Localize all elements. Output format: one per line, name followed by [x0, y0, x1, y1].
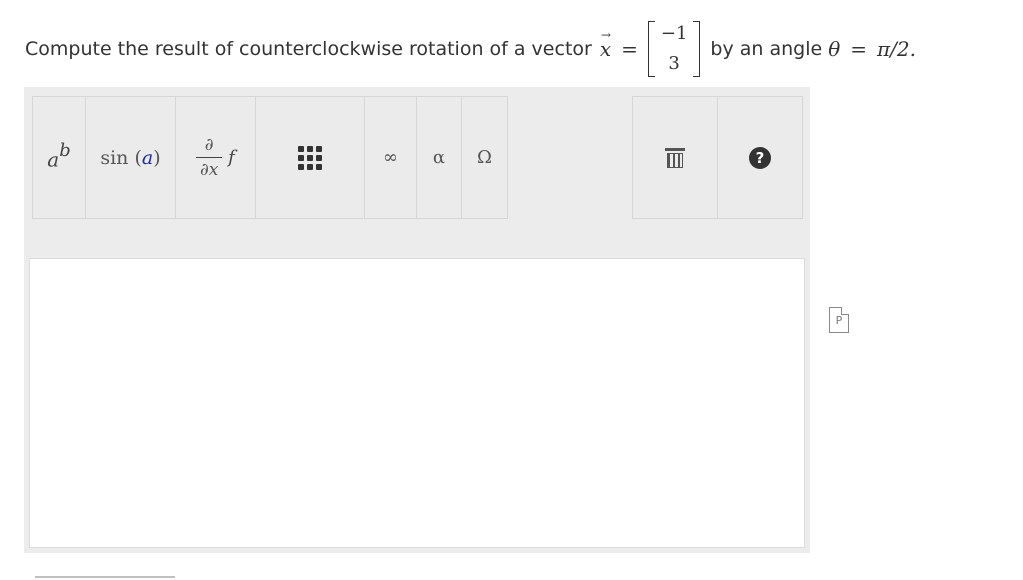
fraction-bar	[196, 157, 223, 158]
sin-label: sin	[100, 146, 129, 169]
matrix-button[interactable]	[255, 96, 365, 219]
deriv-numerator: ∂	[204, 135, 214, 155]
question-text: Compute the result of counterclockwise r…	[25, 14, 1005, 84]
help-icon: ?	[749, 146, 771, 169]
question-prefix: Compute the result of counterclockwise r…	[25, 38, 592, 60]
power-exp: b	[59, 140, 71, 162]
answer-input-area[interactable]	[29, 258, 805, 548]
vector-arrow: →	[600, 28, 611, 42]
preview-label: P	[835, 313, 843, 327]
help-button[interactable]: ?	[717, 96, 803, 219]
trash-icon	[665, 147, 685, 168]
omega-button[interactable]: Ω	[461, 96, 508, 219]
infinity-symbol: ∞	[383, 147, 398, 168]
omega-symbol: Ω	[477, 147, 492, 168]
bracket-right	[693, 21, 701, 77]
power-base: a	[47, 147, 60, 172]
alpha-button[interactable]: α	[416, 96, 462, 219]
matrix-entry-2: 3	[668, 53, 680, 74]
deriv-denominator: ∂x	[199, 160, 219, 180]
alpha-symbol: α	[432, 147, 446, 168]
sin-arg: a	[141, 146, 154, 169]
angle-symbol: θ	[828, 37, 841, 61]
power-button[interactable]: ab	[32, 96, 86, 219]
angle-value: π/2.	[877, 37, 916, 61]
math-editor: ab sin (a) ∂ ∂x f ∞ α Ω ?	[24, 87, 810, 553]
bottom-divider	[35, 576, 175, 578]
clear-button[interactable]	[632, 96, 718, 219]
matrix-grid-icon	[298, 145, 322, 170]
vector-matrix: −1 3	[647, 21, 701, 77]
deriv-function: f	[228, 147, 235, 168]
bracket-left	[647, 21, 655, 77]
preview-icon[interactable]: P	[829, 307, 849, 333]
vector-x: → x	[599, 28, 612, 61]
equals-sign: =	[621, 37, 638, 61]
matrix-entry-1: −1	[660, 23, 688, 44]
angle-equals: =	[850, 37, 868, 61]
trig-function-button[interactable]: sin (a)	[85, 96, 176, 219]
derivative-fraction: ∂ ∂x	[196, 135, 223, 180]
derivative-button[interactable]: ∂ ∂x f	[175, 96, 256, 219]
infinity-button[interactable]: ∞	[364, 96, 417, 219]
question-suffix: by an angle	[710, 38, 823, 60]
